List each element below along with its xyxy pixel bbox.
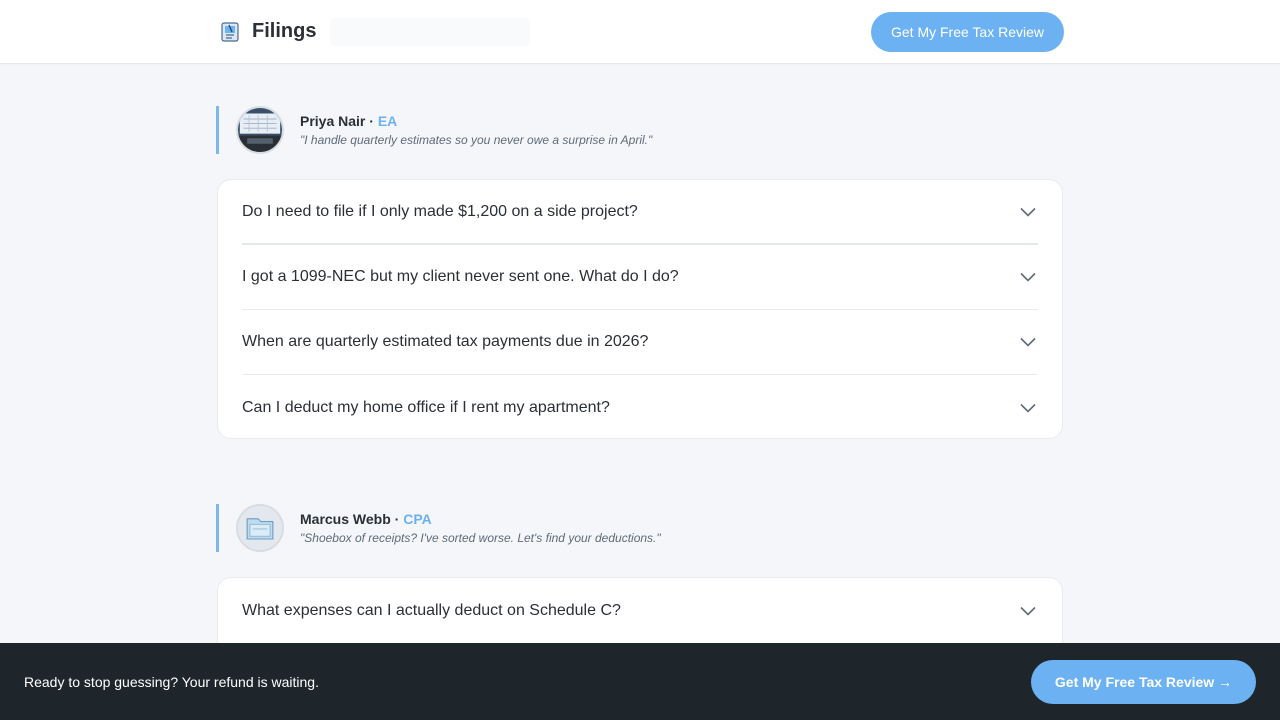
document-logo-icon — [220, 21, 240, 43]
avatar — [236, 106, 284, 154]
expert-credential: CPA — [403, 511, 432, 527]
faq-item[interactable]: Do I need to file if I only made $1,200 … — [242, 180, 1038, 245]
chevron-down-icon[interactable] — [1020, 272, 1036, 282]
expert-profile-priya: Priya Nair · EA "I handle quarterly esti… — [216, 106, 716, 154]
header-placeholder — [330, 18, 530, 46]
expert-separator: · — [394, 511, 400, 527]
expert-quote: "Shoebox of receipts? I've sorted worse.… — [300, 531, 661, 545]
faq-list-priya: Do I need to file if I only made $1,200 … — [217, 179, 1063, 439]
sticky-cta-bar: Ready to stop guessing? Your refund is w… — [0, 643, 1280, 720]
header-cta-button[interactable]: Get My Free Tax Review — [871, 12, 1064, 52]
faq-question: Can I deduct my home office if I rent my… — [242, 398, 610, 416]
expert-quote: "I handle quarterly estimates so you nev… — [300, 133, 653, 147]
expert-name: Marcus Webb — [300, 511, 391, 527]
chevron-down-icon[interactable] — [1020, 403, 1036, 413]
chevron-down-icon[interactable] — [1020, 337, 1036, 347]
footer-cta-button[interactable]: Get My Free Tax Review → — [1031, 660, 1256, 704]
faq-question: What expenses can I actually deduct on S… — [242, 601, 621, 619]
expert-profile-marcus: Marcus Webb · CPA "Shoebox of receipts? … — [216, 504, 716, 552]
chevron-down-icon[interactable] — [1020, 606, 1036, 616]
cta-message: Ready to stop guessing? Your refund is w… — [24, 674, 319, 690]
faq-item[interactable]: What expenses can I actually deduct on S… — [242, 578, 1038, 643]
faq-item[interactable]: I got a 1099-NEC but my client never sen… — [242, 245, 1038, 310]
avatar — [236, 504, 284, 552]
faq-question: Do I need to file if I only made $1,200 … — [242, 202, 638, 220]
faq-item[interactable]: When are quarterly estimated tax payment… — [242, 310, 1038, 375]
faq-question: I got a 1099-NEC but my client never sen… — [242, 268, 679, 285]
faq-question: When are quarterly estimated tax payment… — [242, 333, 649, 350]
brand-name: Filings — [252, 20, 317, 42]
expert-credential: EA — [377, 113, 398, 129]
expert-name: Priya Nair — [300, 113, 366, 129]
chevron-down-icon[interactable] — [1020, 207, 1036, 217]
expert-separator: · — [369, 113, 374, 129]
faq-item[interactable]: Can I deduct my home office if I rent my… — [242, 375, 1038, 440]
brand-logo[interactable]: Filings — [220, 20, 316, 43]
site-header: Filings Get My Free Tax Review — [0, 0, 1280, 64]
